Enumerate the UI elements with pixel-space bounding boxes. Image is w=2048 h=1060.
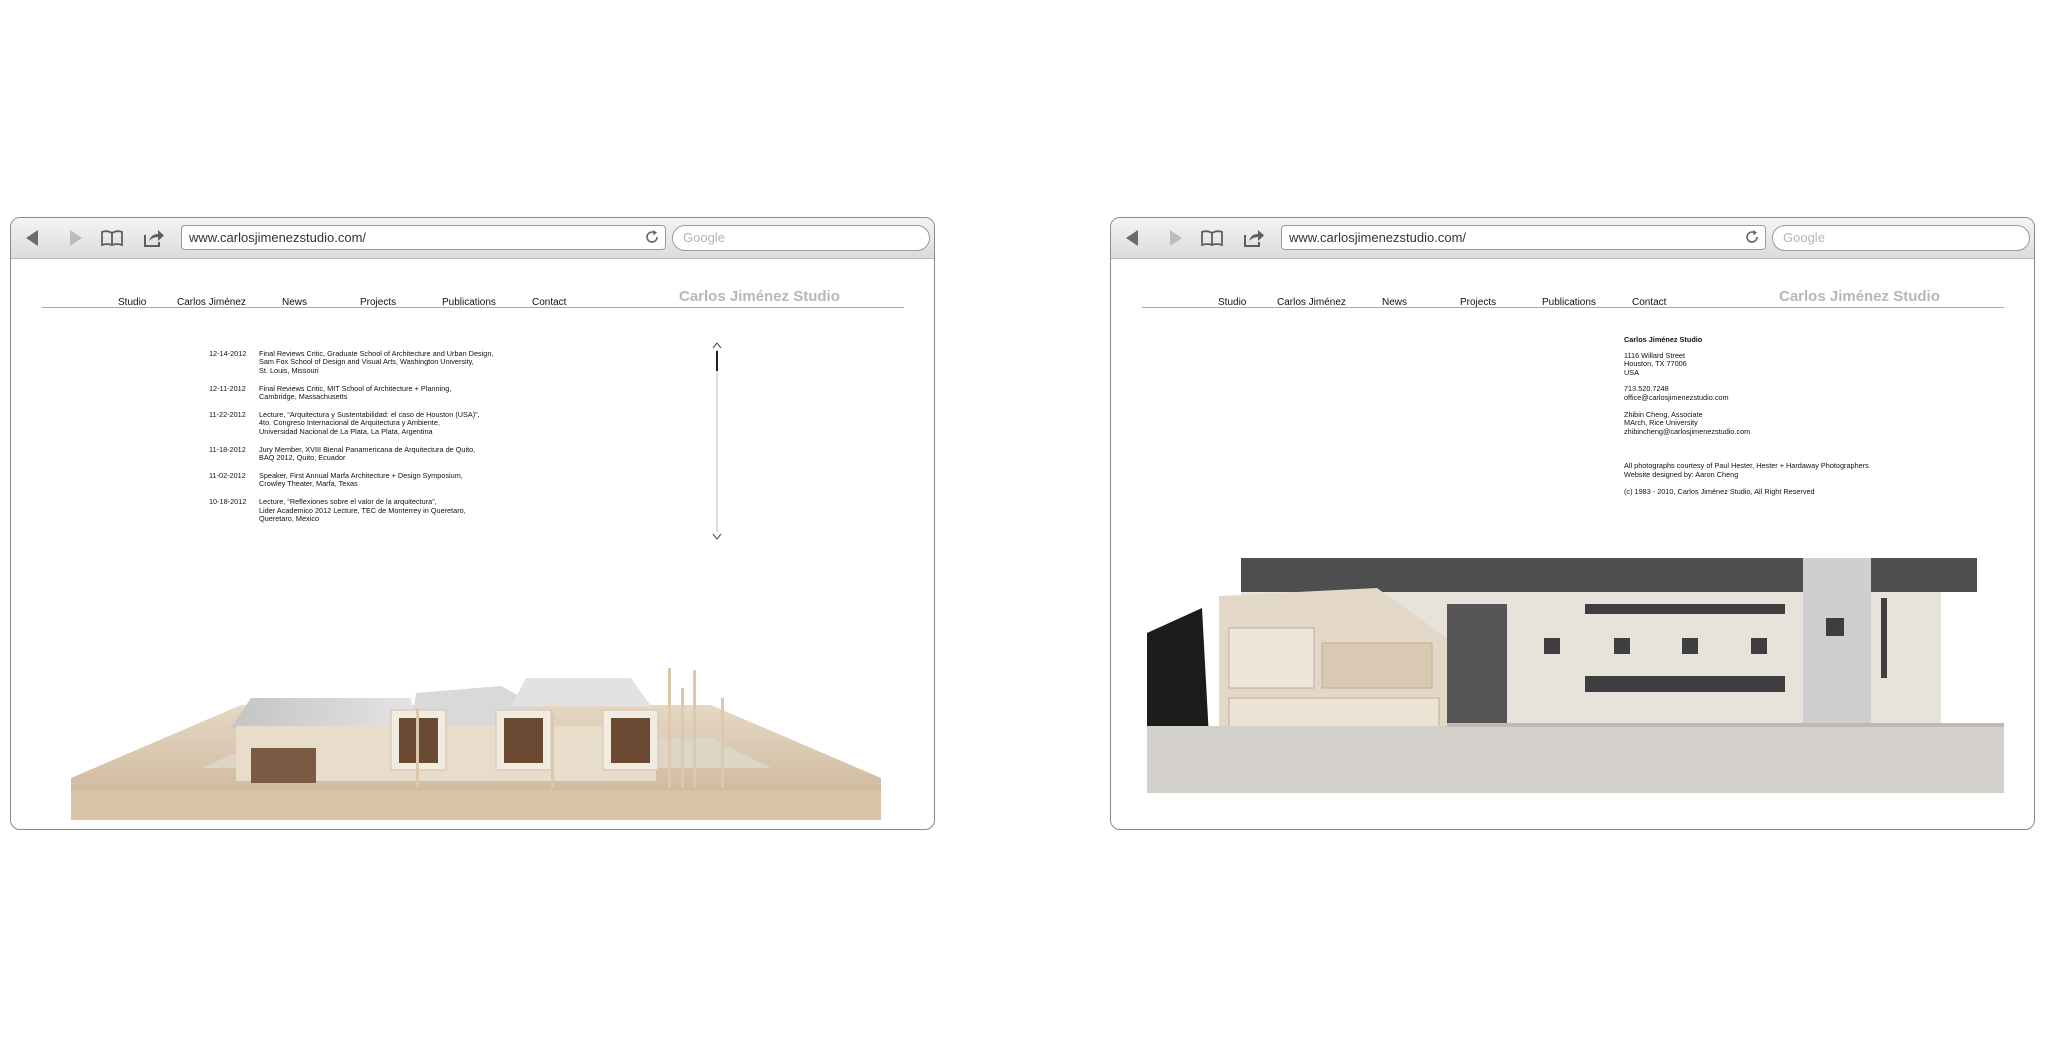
scroll-down-icon[interactable] xyxy=(712,533,722,540)
news-text: Lecture, “Arquitectura y Sustentabilidad… xyxy=(259,410,480,436)
contact-associate[interactable]: Zhibin Cheng, Associate MArch, Rice Univ… xyxy=(1624,410,1869,437)
reload-icon[interactable] xyxy=(1744,229,1760,245)
copyright: (c) 1983 - 2010, Carlos Jiménez Studio, … xyxy=(1624,486,1815,496)
search-field[interactable]: Google xyxy=(1772,225,2030,251)
contact-info: Carlos Jiménez Studio 1116 Willard Stree… xyxy=(1624,335,1869,504)
list-item: 11-02-2012 Speaker, First Annual Marfa Ar… xyxy=(209,471,569,489)
share-icon[interactable] xyxy=(142,226,166,250)
site-brand[interactable]: Carlos Jiménez Studio xyxy=(1779,288,1940,305)
back-arrow-icon[interactable] xyxy=(1121,226,1145,250)
search-field[interactable]: Google xyxy=(672,225,930,251)
back-arrow-icon[interactable] xyxy=(21,226,45,250)
contact-address: 1116 Willard Street Houston, TX 77006 US… xyxy=(1624,350,1687,377)
list-item: 10-18-2012 Lecture, “Reflexiones sobre el… xyxy=(209,498,569,523)
news-date: 10-18-2012 xyxy=(209,497,247,507)
forward-arrow-icon[interactable] xyxy=(1163,226,1187,250)
news-text: Jury Member, XVIII Bienal Panamericana d… xyxy=(259,444,476,463)
news-date: 12-14-2012 xyxy=(209,349,247,358)
photo-credits: All photographs courtesy of Paul Hester,… xyxy=(1624,461,1869,479)
news-text: Final Reviews Critic, MIT School of Arch… xyxy=(259,383,452,402)
site-brand[interactable]: Carlos Jiménez Studio xyxy=(679,288,840,305)
news-date: 11-22-2012 xyxy=(209,410,246,420)
address-bar[interactable]: www.carlosjimenezstudio.com/ xyxy=(1281,225,1766,250)
news-text: Speaker, First Annual Marfa Architecture… xyxy=(259,471,463,489)
open-book-icon[interactable] xyxy=(100,226,124,250)
scroll-up-icon[interactable] xyxy=(712,342,722,349)
architectural-section-image xyxy=(1147,558,2004,793)
news-scrollbar[interactable] xyxy=(712,342,722,542)
open-book-icon[interactable] xyxy=(1200,226,1224,250)
news-list: 12-14-2012 Final Reviews Critic, Graduate… xyxy=(209,349,569,533)
address-bar[interactable]: www.carlosjimenezstudio.com/ xyxy=(181,225,666,250)
browser-toolbar: www.carlosjimenezstudio.com/ Google xyxy=(11,218,934,259)
scroll-thumb[interactable] xyxy=(716,351,718,371)
news-text: Lecture, “Reflexiones sobre el valor de … xyxy=(259,497,466,524)
url-text: www.carlosjimenezstudio.com/ xyxy=(189,230,367,245)
news-date: 11-18-2012 xyxy=(209,444,246,454)
browser-toolbar: www.carlosjimenezstudio.com/ Google xyxy=(1111,218,2034,259)
list-item: 11-18-2012 Jury Member, XVIII Bienal Pana… xyxy=(209,444,569,463)
nav-divider xyxy=(1142,307,2004,308)
news-date: 11-02-2012 xyxy=(209,471,246,481)
list-item: 12-14-2012 Final Reviews Critic, Graduate… xyxy=(209,349,569,375)
url-text: www.carlosjimenezstudio.com/ xyxy=(1289,230,1467,245)
list-item: 11-22-2012 Lecture, “Arquitectura y Suste… xyxy=(209,410,569,436)
news-text: Final Reviews Critic, Graduate School of… xyxy=(259,349,494,375)
contact-phone-email[interactable]: 713.520.7248 office@carlosjimenezstudio.… xyxy=(1624,385,1869,402)
reload-icon[interactable] xyxy=(644,229,660,245)
news-date: 12-11-2012 xyxy=(209,383,246,393)
forward-arrow-icon[interactable] xyxy=(63,226,87,250)
architectural-model-image xyxy=(71,668,881,820)
browser-window-left: www.carlosjimenezstudio.com/ Google Stud… xyxy=(10,217,935,830)
nav-divider xyxy=(42,307,904,308)
browser-window-right: www.carlosjimenezstudio.com/ Google Stud… xyxy=(1110,217,2035,830)
list-item: 12-11-2012 Final Reviews Critic, MIT Scho… xyxy=(209,383,569,402)
contact-title: Carlos Jiménez Studio xyxy=(1624,335,1703,344)
share-icon[interactable] xyxy=(1242,226,1266,250)
